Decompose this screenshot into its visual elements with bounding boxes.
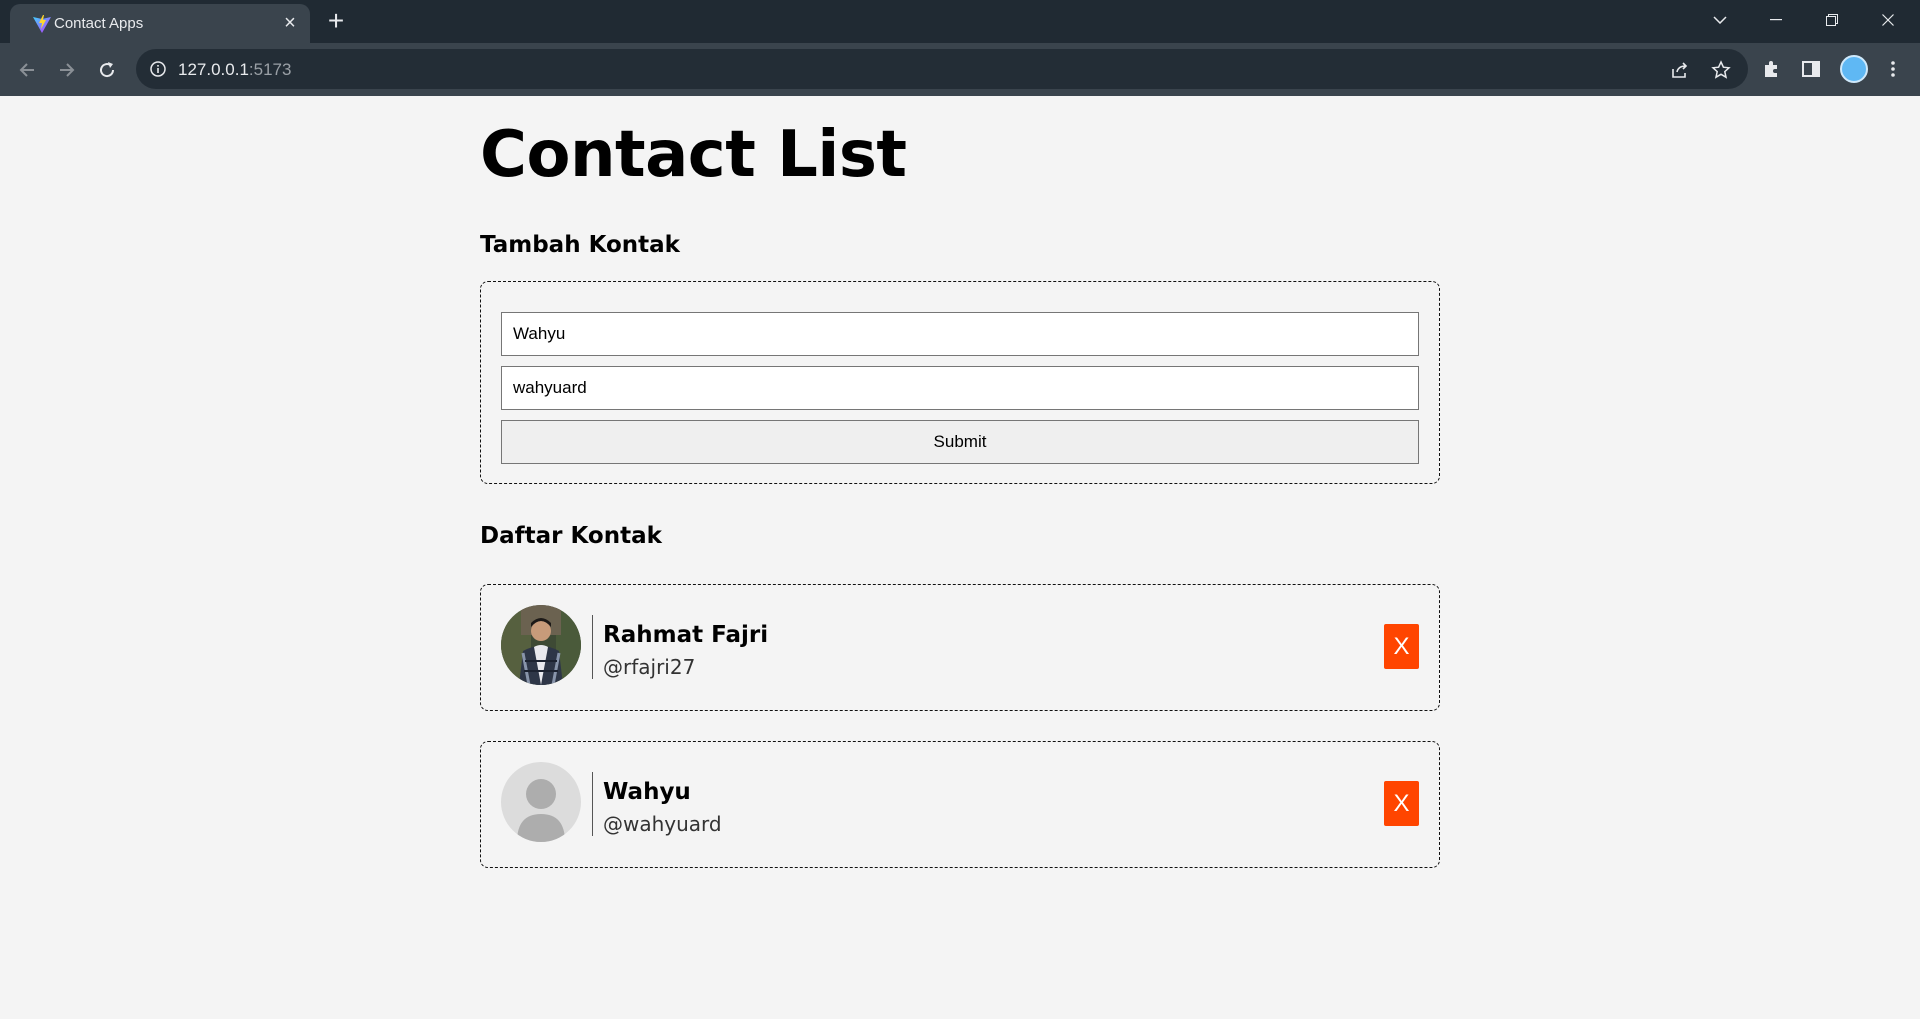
contact-list-heading: Daftar Kontak [480, 523, 662, 549]
contact-handle: @rfajri27 [603, 655, 696, 679]
contact-divider [592, 615, 593, 679]
contact-card: Rahmat Fajri @rfajri27 X [480, 584, 1440, 711]
site-info-icon[interactable] [148, 59, 168, 79]
url-host: 127.0.0.1 [178, 60, 249, 79]
page-viewport: Contact List Tambah Kontak Submit Daftar… [0, 96, 1920, 1019]
close-window-icon[interactable] [1860, 0, 1916, 40]
url-port: :5173 [248, 60, 292, 79]
contact-card: Wahyu @wahyuard X [480, 741, 1440, 868]
username-input[interactable] [501, 366, 1419, 410]
page-title: Contact List [480, 118, 907, 192]
vite-favicon-icon [32, 14, 52, 34]
profile-avatar[interactable] [1840, 55, 1868, 83]
contact-name: Wahyu [603, 779, 691, 805]
extensions-icon[interactable] [1758, 56, 1784, 82]
submit-button[interactable]: Submit [501, 420, 1419, 464]
url-text: 127.0.0.1:5173 [178, 60, 291, 80]
contact-name: Rahmat Fajri [603, 622, 769, 648]
default-user-avatar [501, 762, 581, 842]
share-icon[interactable] [1669, 59, 1691, 81]
add-contact-heading: Tambah Kontak [480, 232, 680, 258]
new-tab-icon[interactable]: + [322, 7, 350, 36]
contact-photo-avatar [501, 605, 581, 685]
side-panel-icon[interactable] [1798, 56, 1824, 82]
close-tab-icon[interactable]: × [280, 13, 300, 34]
browser-menu-icon[interactable] [1880, 56, 1906, 82]
reload-icon[interactable] [92, 55, 122, 85]
forward-icon[interactable] [52, 55, 82, 85]
add-contact-form: Submit [480, 281, 1440, 484]
address-bar[interactable]: 127.0.0.1:5173 [136, 49, 1748, 89]
browser-tab[interactable]: Contact Apps × [10, 4, 310, 43]
tab-title: Contact Apps [54, 15, 144, 32]
back-icon[interactable] [12, 55, 42, 85]
browser-toolbar: 127.0.0.1:5173 [0, 43, 1920, 96]
delete-contact-button[interactable]: X [1384, 781, 1419, 826]
browser-tab-strip: Contact Apps × + [0, 0, 1920, 43]
tab-search-icon[interactable] [1692, 0, 1748, 40]
restore-icon[interactable] [1804, 0, 1860, 40]
bookmark-star-icon[interactable] [1710, 59, 1732, 81]
contact-divider [592, 772, 593, 836]
delete-contact-button[interactable]: X [1384, 624, 1419, 669]
minimize-icon[interactable] [1748, 0, 1804, 40]
contact-handle: @wahyuard [603, 812, 722, 836]
name-input[interactable] [501, 312, 1419, 356]
